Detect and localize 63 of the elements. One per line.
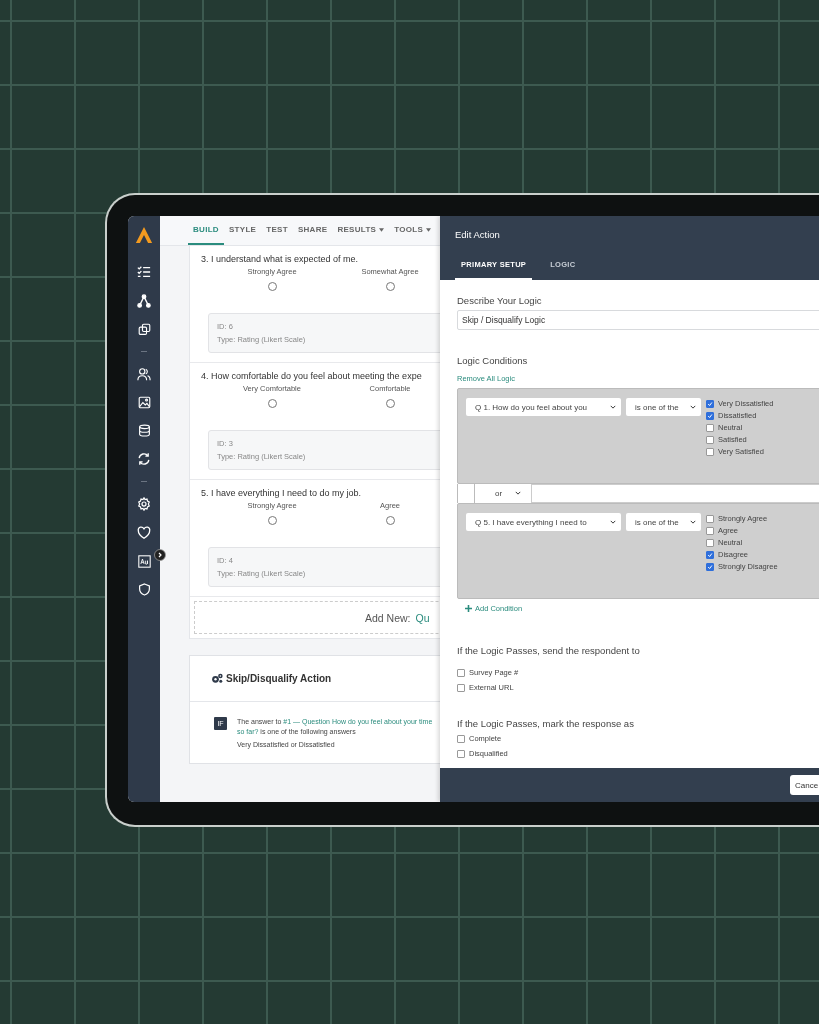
- nav-tab[interactable]: SHARE: [292, 216, 333, 245]
- operator-select[interactable]: is one of the: [626, 513, 701, 531]
- question-title: 4. How comfortable do you feel about meeting the expe: [201, 371, 423, 381]
- shield-icon[interactable]: [137, 583, 151, 596]
- option-checkbox[interactable]: [457, 749, 465, 758]
- conditions-label: Logic Conditions: [457, 355, 528, 366]
- answer-checkbox[interactable]: [706, 435, 714, 444]
- heart-icon[interactable]: [137, 526, 151, 540]
- logo-icon: [135, 226, 153, 244]
- send-label: If the Logic Passes, send the respondent to: [457, 645, 640, 656]
- question-select[interactable]: Q 5. I have everything I need to: [466, 513, 621, 531]
- radio-button[interactable]: [385, 516, 395, 525]
- chevron-down-icon: [690, 405, 696, 409]
- chevron-down-icon: [610, 405, 616, 409]
- copy-icon[interactable]: [137, 323, 151, 336]
- cancel-button[interactable]: Cance: [790, 775, 819, 795]
- option-checkbox[interactable]: [457, 668, 465, 677]
- checklist-icon[interactable]: [137, 265, 151, 279]
- joiner-field[interactable]: [531, 484, 819, 503]
- answer-checkbox[interactable]: [706, 411, 714, 420]
- answer-checkbox[interactable]: [706, 399, 714, 408]
- answer-checkbox[interactable]: [706, 550, 714, 559]
- option-checkbox[interactable]: [457, 683, 465, 692]
- answer-checkbox[interactable]: [706, 447, 714, 456]
- option-checkbox[interactable]: [457, 734, 465, 743]
- logic-name-field[interactable]: Skip / Disqualify Logic: [457, 310, 819, 330]
- nav-tab[interactable]: TEST: [261, 216, 293, 245]
- radio-button[interactable]: [267, 282, 277, 291]
- chevron-down-icon: [690, 520, 696, 524]
- image-icon[interactable]: [137, 396, 151, 409]
- action-title: Skip/Disqualify Action: [226, 673, 332, 684]
- answer-checkbox[interactable]: [706, 514, 714, 523]
- nodes-icon[interactable]: [137, 294, 151, 308]
- answer-checkbox[interactable]: [706, 423, 714, 432]
- plus-icon: [465, 605, 472, 612]
- audio-box-icon[interactable]: [137, 555, 151, 568]
- answer-checkbox[interactable]: [706, 526, 714, 535]
- panel-title: Edit Action: [454, 228, 501, 242]
- chevron-down-icon: [610, 520, 616, 524]
- gears-icon: [211, 673, 223, 684]
- settings-icon[interactable]: [137, 497, 151, 511]
- answer-checkbox[interactable]: [706, 562, 714, 571]
- radio-button[interactable]: [267, 516, 277, 525]
- question-title: 3. I understand what is expected of me.: [201, 254, 360, 264]
- question-title: 5. I have everything I need to do my job.: [201, 488, 363, 498]
- describe-label: Describe Your Logic: [457, 295, 542, 306]
- answer-checkbox[interactable]: [706, 538, 714, 547]
- chevron-down-icon: [515, 491, 521, 495]
- database-icon[interactable]: [137, 424, 151, 437]
- radio-button[interactable]: [385, 399, 395, 408]
- operator-select[interactable]: is one of the: [626, 398, 701, 416]
- radio-button[interactable]: [385, 282, 395, 291]
- radio-button[interactable]: [267, 399, 277, 408]
- users-icon[interactable]: [137, 367, 151, 381]
- add-new-link[interactable]: Qu: [415, 611, 430, 624]
- add-new-label: Add New:: [365, 611, 411, 624]
- nav-tab[interactable]: TOOLS: [389, 216, 437, 245]
- nav-tab[interactable]: RESULTS: [332, 216, 390, 245]
- refresh-icon[interactable]: [137, 452, 151, 466]
- question-select[interactable]: Q 1. How do you feel about you: [466, 398, 621, 416]
- expand-handle-icon[interactable]: [154, 549, 166, 561]
- mark-label: If the Logic Passes, mark the response as: [457, 718, 634, 729]
- nav-tab[interactable]: STYLE: [223, 216, 262, 245]
